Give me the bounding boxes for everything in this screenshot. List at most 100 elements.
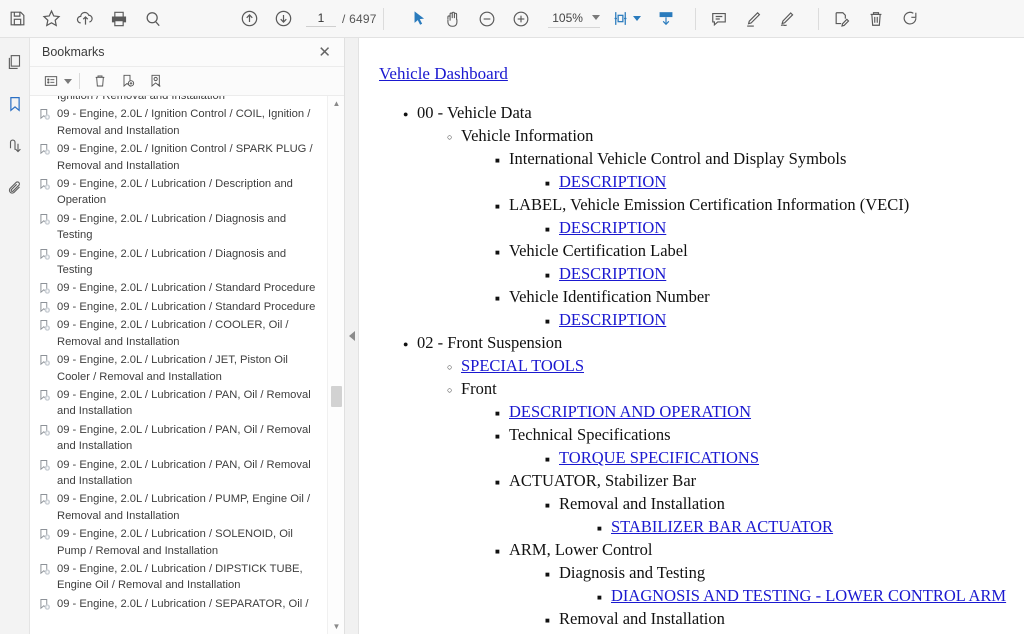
zoom-out-icon[interactable] [470,2,504,36]
edit-page-icon[interactable] [825,2,859,36]
bookmark-item[interactable]: 09 - Engine, 2.0L / Lubrication / DIPSTI… [30,560,327,595]
scrollbar-thumb[interactable] [331,386,342,407]
bookmark-item[interactable]: 09 - Engine, 2.0L / Lubrication / PAN, O… [30,456,327,491]
chevron-left-icon [349,331,355,341]
bookmark-item[interactable]: 09 - Engine, 2.0L / Ignition Control / C… [30,105,327,140]
bullet-square-icon [545,608,559,631]
search-icon[interactable] [136,2,170,36]
bookmark-options-icon[interactable] [38,69,64,93]
bookmark-item[interactable]: 09 - Engine, 2.0L / Lubrication / Descri… [30,175,327,210]
delete-icon[interactable] [859,2,893,36]
top-toolbar: / 6497 [0,0,1024,38]
scroll-down-icon[interactable]: ▼ [328,619,344,634]
star-icon[interactable] [34,2,68,36]
select-tool-icon[interactable] [402,2,436,36]
previous-page-icon[interactable] [232,2,266,36]
delete-bookmark-icon[interactable] [87,69,113,93]
document-title-link[interactable]: Vehicle Dashboard [379,64,508,84]
bookmarks-scrollbar[interactable]: ▲ ▼ [327,96,344,634]
bookmark-item[interactable]: 09 - Engine, 2.0L / Lubrication / JET, P… [30,351,327,386]
bullet-square-icon [545,171,559,194]
next-page-icon[interactable] [266,2,300,36]
bookmark-item[interactable]: 09 - Engine, 2.0L / Lubrication / Diagno… [30,245,327,280]
save-icon[interactable] [0,2,34,36]
page-edit-group [825,0,927,38]
new-bookmark-icon[interactable] [115,69,141,93]
scroll-up-icon[interactable]: ▲ [328,96,344,111]
outline-label: 02 - Front Suspension [417,333,562,352]
outline-row: 00 - Vehicle Data [369,102,1016,125]
thumbnails-icon[interactable] [3,50,27,74]
zoom-in-icon[interactable] [504,2,538,36]
bookmark-item-label: 09 - Engine, 2.0L / Lubrication / SOLENO… [57,526,321,559]
bookmark-item[interactable]: 09 - Engine, 2.0L / Lubrication / PAN, O… [30,421,327,456]
comment-icon[interactable] [702,2,736,36]
bookmark-item[interactable]: 09 - Engine, 2.0L / Lubrication / Diagno… [30,210,327,245]
collapse-panel-handle[interactable] [345,38,359,634]
bookmark-item[interactable]: 09 - Engine, 2.0L / Lubrication / Standa… [30,279,327,297]
bookmark-item-label: 09 - Engine, 2.0L / Lubrication / PAN, O… [57,457,321,490]
bookmark-entry-icon [38,319,52,333]
bullet-circle-icon [447,125,461,148]
bookmark-item-label: 09 - Engine, 2.0L / Lubrication / Descri… [57,176,321,209]
outline-link[interactable]: DESCRIPTION [559,172,666,191]
bookmark-item-label: 09 - Engine, 2.0L / Lubrication / SEPARA… [57,596,308,612]
outline-link[interactable]: STABILIZER BAR ACTUATOR [611,517,833,536]
toolbar-divider [383,8,384,30]
highlighter-icon[interactable] [736,2,770,36]
signature-icon[interactable] [770,2,804,36]
toolbar-divider-2 [695,8,696,30]
bookmark-entry-icon [38,389,52,403]
outline-link[interactable]: DESCRIPTION AND OPERATION [509,402,751,421]
document-view[interactable]: Vehicle Dashboard 00 - Vehicle Data Vehic… [359,38,1024,634]
bookmark-item[interactable]: Ignition / Removal and Installation [30,96,327,105]
bookmark-options-chevron-down-icon[interactable] [64,79,72,84]
page-number-input[interactable] [306,10,336,27]
bookmark-item[interactable]: 09 - Engine, 2.0L / Lubrication / PAN, O… [30,386,327,421]
bullet-square-icon [495,401,509,424]
zoom-level-input[interactable] [548,10,588,26]
outline-label: Removal and Installation [559,609,725,628]
bookmark-entry-icon [38,493,52,507]
file-actions-group [0,0,170,38]
outline-row: DESCRIPTION AND OPERATION [369,401,1016,424]
outline-label: ARM, Lower Control [509,540,652,559]
bookmark-item[interactable]: 09 - Engine, 2.0L / Lubrication / SOLENO… [30,525,327,560]
print-icon[interactable] [102,2,136,36]
signatures-icon[interactable] [3,134,27,158]
bullet-square-icon [545,447,559,470]
fit-width-chevron-down-icon[interactable] [633,16,641,21]
bookmark-item[interactable]: 09 - Engine, 2.0L / Ignition Control / S… [30,140,327,175]
page-indicator: / 6497 [306,10,377,27]
bookmark-item[interactable]: 09 - Engine, 2.0L / Lubrication / Standa… [30,298,327,316]
close-icon[interactable]: ✕ [315,43,334,62]
bookmark-entry-icon [38,301,52,315]
bullet-square-icon [495,194,509,217]
bookmarks-icon[interactable] [3,92,27,116]
chevron-down-icon[interactable] [592,15,600,20]
outline-row: Vehicle Certification Label [369,240,1016,263]
attachments-icon[interactable] [3,176,27,200]
hand-tool-icon[interactable] [436,2,470,36]
outline-link[interactable]: DESCRIPTION [559,264,666,283]
outline-link[interactable]: DESCRIPTION [559,310,666,329]
bullet-square-icon [597,585,611,608]
left-icon-rail [0,38,30,634]
rotate-icon[interactable] [893,2,927,36]
zoom-level-combo[interactable] [548,10,600,28]
outline-label: Removal and Installation [559,494,725,513]
outline-link[interactable]: DESCRIPTION [559,218,666,237]
bookmark-item-label: 09 - Engine, 2.0L / Lubrication / PAN, O… [57,387,321,420]
outline-link[interactable]: TORQUE SPECIFICATIONS [559,448,759,467]
upload-cloud-icon[interactable] [68,2,102,36]
outline-link[interactable]: DIAGNOSIS AND TESTING - LOWER CONTROL AR… [611,586,1006,605]
bookmarks-list: Ignition / Removal and Installation09 - … [30,96,327,634]
bookmarks-panel-header: Bookmarks ✕ [30,38,344,67]
bookmark-from-selection-icon[interactable] [143,69,169,93]
bookmark-item[interactable]: 09 - Engine, 2.0L / Lubrication / PUMP, … [30,490,327,525]
outline-link[interactable]: SPECIAL TOOLS [461,356,584,375]
bookmark-item[interactable]: 09 - Engine, 2.0L / Lubrication / COOLER… [30,316,327,351]
page-layout-icon[interactable] [649,2,683,36]
bookmark-item[interactable]: 09 - Engine, 2.0L / Lubrication / SEPARA… [30,595,327,613]
outline-row: SPECIAL TOOLS [369,355,1016,378]
